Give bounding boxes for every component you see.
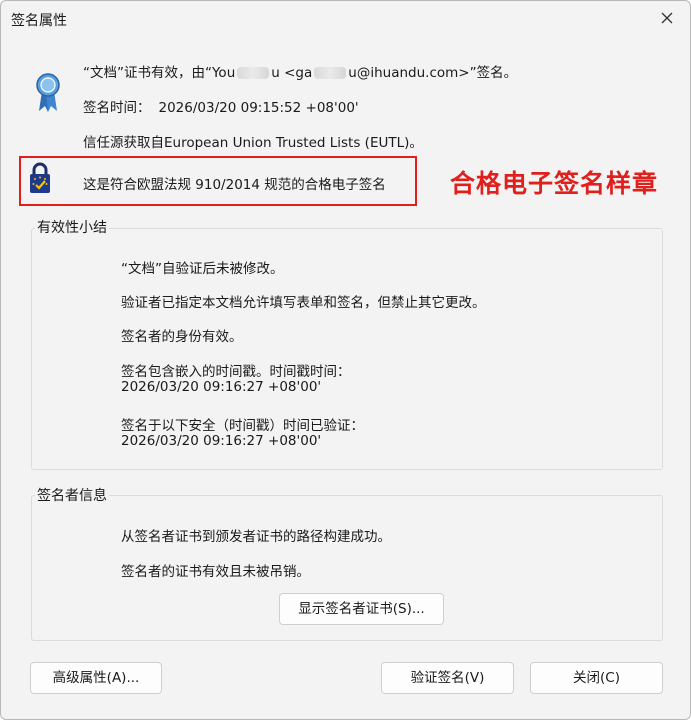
not-modified-text: “文档”自验证后未被修改。	[121, 261, 284, 277]
timestamp-value: 2026/03/20 09:16:27 +08'00'	[121, 379, 322, 395]
permissions-text: 验证者已指定本文档允许填写表单和签名，但禁止其它更改。	[121, 295, 486, 311]
advanced-properties-button[interactable]: 高级属性(A)...	[30, 662, 162, 694]
not-revoked-text: 签名者的证书有效且未被吊销。	[121, 564, 310, 580]
redacted-text: xxxx	[314, 67, 347, 79]
signing-time-line: 签名时间： 2026/03/20 09:15:52 +08'00'	[83, 96, 359, 116]
verified-time-value: 2026/03/20 09:16:27 +08'00'	[121, 433, 322, 449]
close-icon[interactable]	[656, 7, 678, 29]
qualified-signature-text: 这是符合欧盟法规 910/2014 规范的合格电子签名	[83, 177, 386, 193]
redacted-text: xxxxx	[237, 67, 270, 79]
identity-valid-text: 签名者的身份有效。	[121, 329, 243, 345]
close-button[interactable]: 关闭(C)	[530, 662, 663, 694]
validate-signature-button[interactable]: 验证签名(V)	[381, 662, 514, 694]
certificate-ribbon-icon	[35, 71, 61, 113]
annotation-label: 合格电子签名样章	[450, 169, 659, 198]
verified-time-label: 签名于以下安全（时间戳）时间已验证：	[121, 418, 364, 434]
signer-info-title: 签名者信息	[35, 485, 109, 505]
validity-summary-title: 有效性小结	[35, 217, 109, 237]
signing-time-value: 2026/03/20 09:15:52 +08'00'	[158, 100, 359, 116]
timestamp-label: 签名包含嵌入的时间戳。时间戳时间：	[121, 364, 351, 380]
signed-by-line: “文档”证书有效，由“Youxxxxxu <gaxxxxu@ihuandu.co…	[83, 65, 518, 81]
qualified-lock-icon	[29, 162, 51, 194]
dialog-title: 签名属性	[11, 13, 67, 29]
title-bar: 签名属性	[1, 1, 690, 37]
signing-time-label: 签名时间：	[83, 100, 151, 116]
signature-properties-dialog: 签名属性 “文档”证书有效，由“Youxxxxxu <gaxxxxu@ihuan…	[0, 0, 691, 720]
cert-chain-text: 从签名者证书到颁发者证书的路径构建成功。	[121, 529, 391, 545]
trust-source-line: 信任源获取自European Union Trusted Lists (EUTL…	[83, 135, 423, 151]
show-signer-certificate-button[interactable]: 显示签名者证书(S)...	[279, 593, 444, 625]
